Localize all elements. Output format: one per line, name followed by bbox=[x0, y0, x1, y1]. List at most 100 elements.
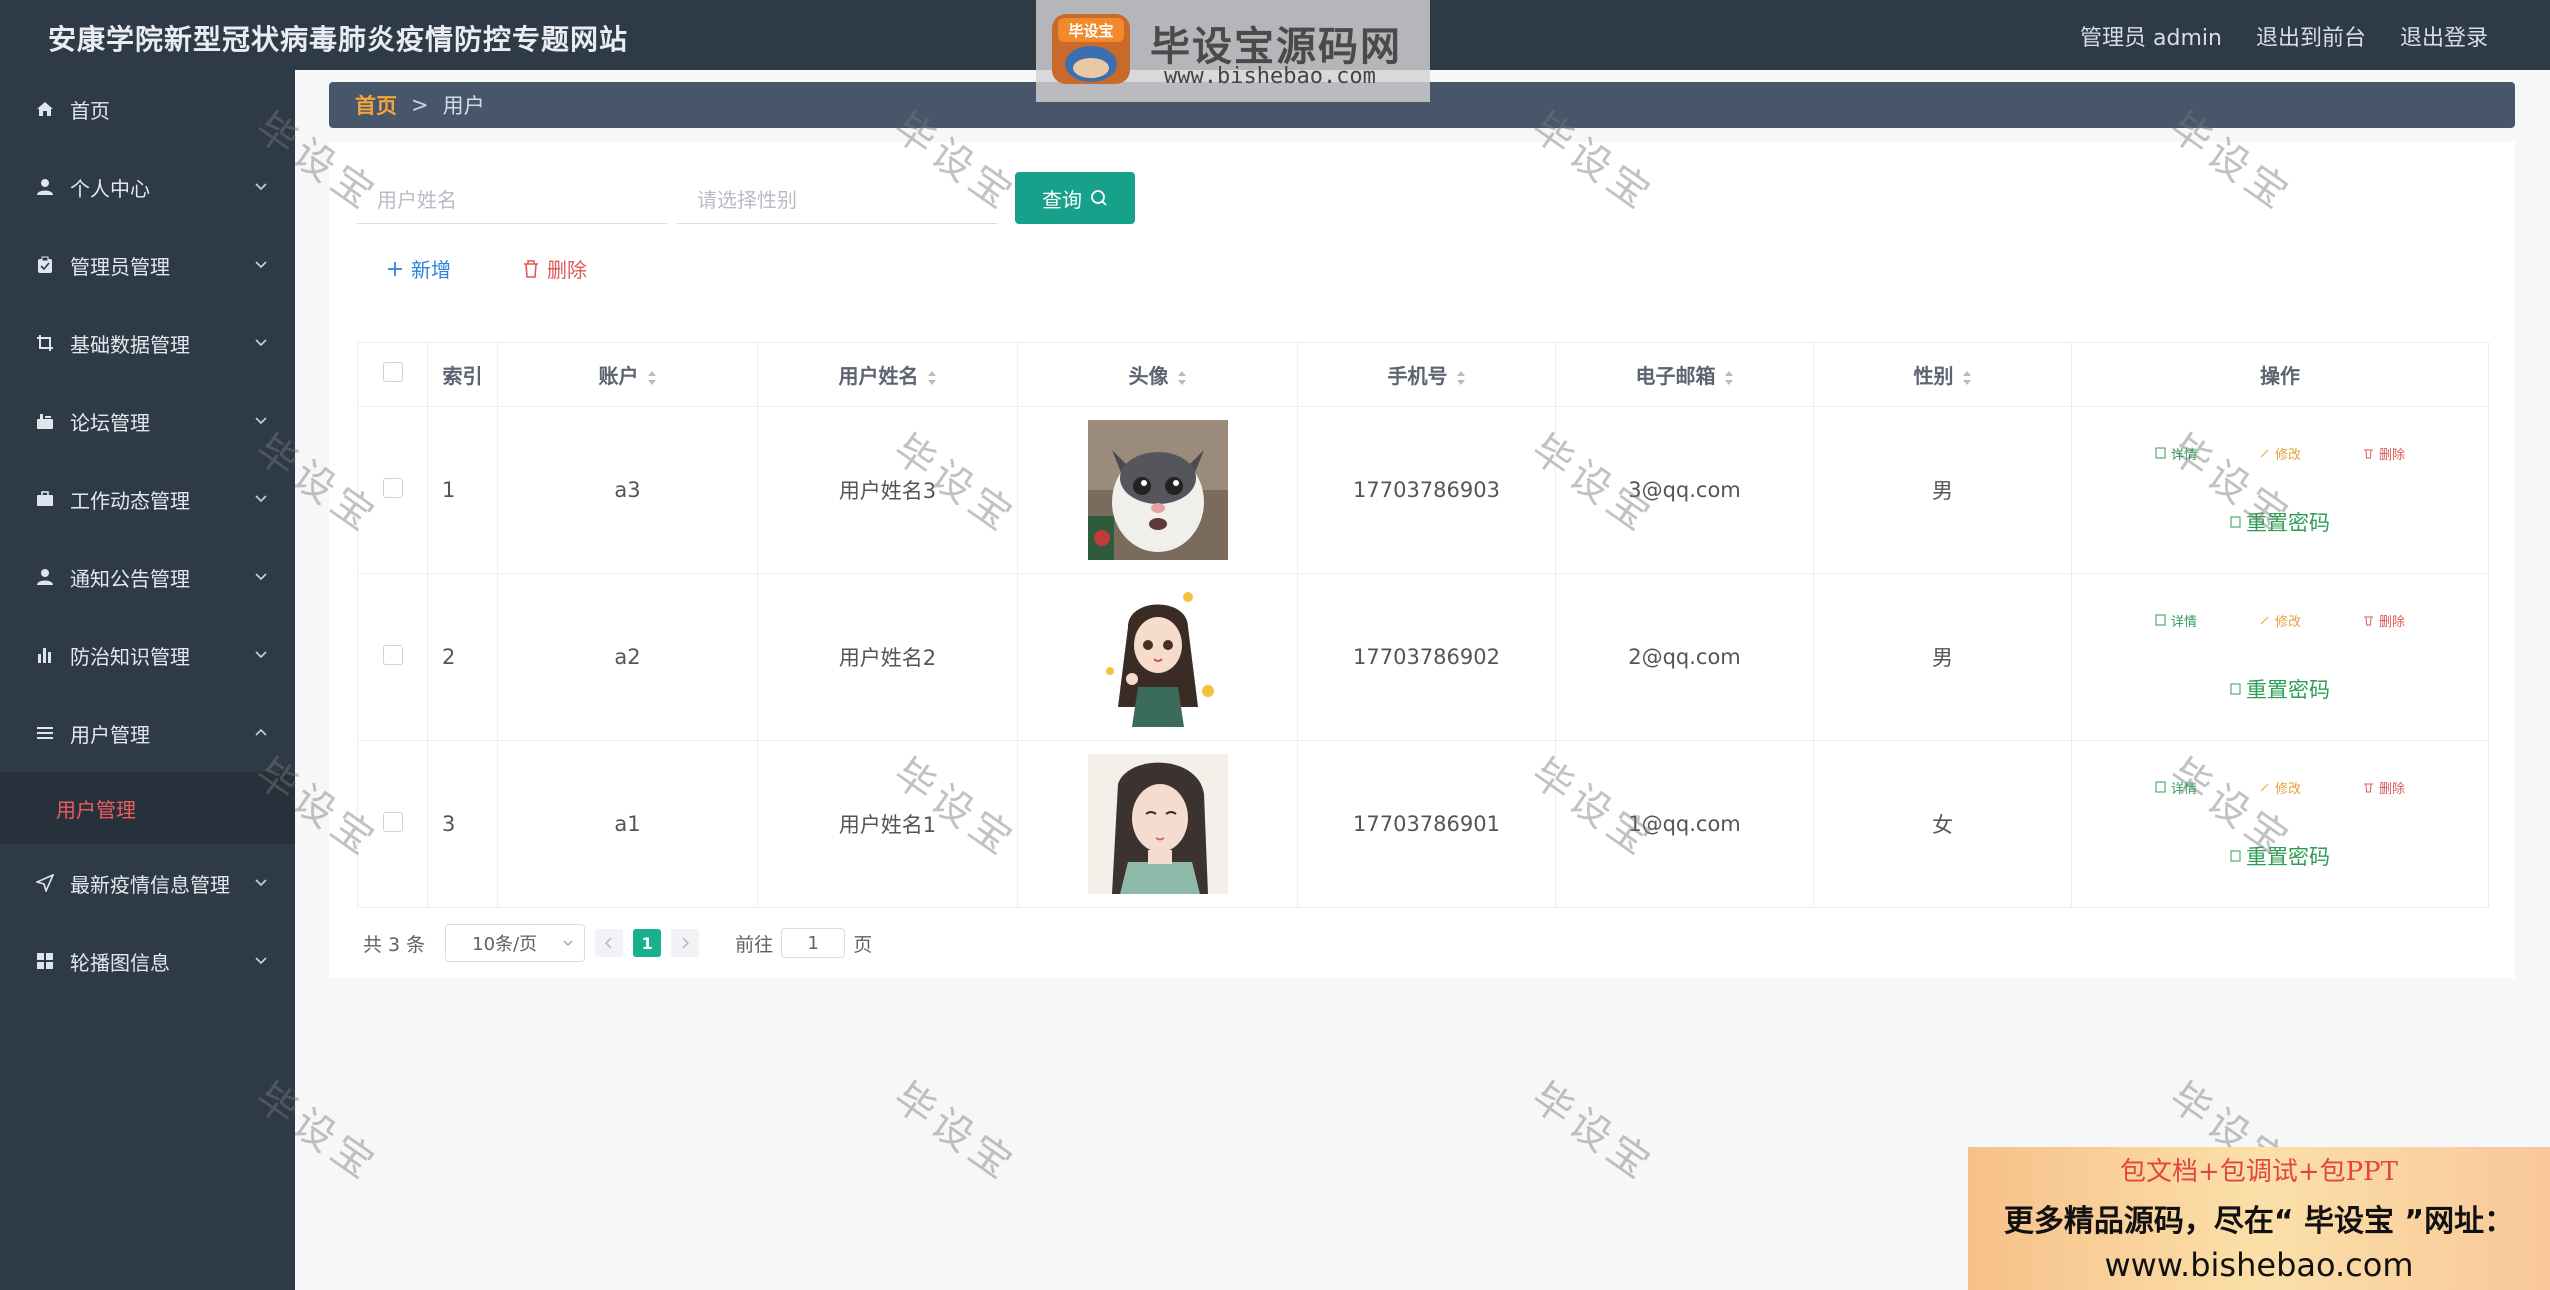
chevron-down-icon bbox=[255, 957, 267, 965]
query-button[interactable]: 查询 bbox=[1015, 172, 1135, 224]
to-front-link[interactable]: 退出到前台 bbox=[2256, 20, 2366, 52]
header-select-all[interactable] bbox=[357, 342, 428, 407]
row-select-cell[interactable] bbox=[357, 573, 428, 741]
header-account-label: 账户 bbox=[598, 364, 639, 388]
breadcrumb-separator: > bbox=[411, 93, 429, 117]
logo-badge-text: 毕设宝 bbox=[1068, 22, 1113, 40]
sidebar-item-basic-data[interactable]: 基础数据管理 bbox=[0, 304, 295, 382]
chevron-up-icon bbox=[255, 728, 267, 736]
breadcrumb-home[interactable]: 首页 bbox=[355, 90, 397, 120]
sidebar-item-personal-center[interactable]: 个人中心 bbox=[0, 148, 295, 226]
page-size-select[interactable]: 10条/页 bbox=[445, 924, 586, 962]
batch-delete-button[interactable]: 删除 bbox=[523, 254, 587, 283]
grid-icon bbox=[34, 950, 56, 972]
sidebar-subitem-user-management[interactable]: 用户管理 bbox=[0, 772, 295, 844]
reset-password-button[interactable]: 重置密码 bbox=[2230, 507, 2330, 537]
sidebar-item-label: 工作动态管理 bbox=[70, 488, 190, 513]
user-table: 索引 账户 用户姓名 头像 手机号 电子邮箱 性别 操作 1 a3 用户姓名3 bbox=[357, 342, 2489, 908]
add-button[interactable]: 新增 bbox=[387, 254, 451, 283]
sidebar-item-home[interactable]: 首页 bbox=[0, 70, 295, 148]
sidebar-item-admin-management[interactable]: 管理员管理 bbox=[0, 226, 295, 304]
delete-button[interactable]: 删除 bbox=[2363, 444, 2405, 463]
delete-button[interactable]: 删除 bbox=[2363, 611, 2405, 630]
header-avatar[interactable]: 头像 bbox=[1017, 342, 1298, 407]
row-name: 用户姓名2 bbox=[757, 573, 1018, 741]
row-select-cell[interactable] bbox=[357, 406, 428, 574]
header-gender-label: 性别 bbox=[1913, 364, 1954, 388]
detail-button[interactable]: 详情 bbox=[2155, 444, 2197, 463]
detail-button[interactable]: 详情 bbox=[2155, 778, 2197, 797]
reset-password-label: 重置密码 bbox=[2246, 677, 2330, 702]
cat-photo[interactable] bbox=[1087, 420, 1228, 560]
sidebar-item-label: 最新疫情信息管理 bbox=[70, 872, 230, 897]
edit-icon bbox=[2260, 783, 2269, 792]
sort-icon[interactable] bbox=[1962, 370, 1972, 386]
header-email-label: 电子邮箱 bbox=[1635, 364, 1716, 388]
row-operations: 详情 修改 删除 重置密码 bbox=[2071, 406, 2489, 574]
trash-icon bbox=[524, 259, 538, 278]
select-all-checkbox[interactable] bbox=[382, 362, 403, 382]
row-select-cell[interactable] bbox=[357, 740, 428, 908]
edit-button[interactable]: 修改 bbox=[2259, 611, 2301, 630]
top-links: 管理员 admin 退出到前台 退出登录 bbox=[2080, 20, 2488, 52]
logout-link[interactable]: 退出登录 bbox=[2400, 20, 2488, 52]
next-page-button[interactable] bbox=[671, 929, 700, 957]
table-row: 2 a2 用户姓名2 17703786902 2@qq.com 男 详情 修改 … bbox=[357, 573, 2489, 741]
row-gender: 女 bbox=[1813, 740, 2072, 908]
trash-icon bbox=[2364, 449, 2373, 459]
page-number-button[interactable]: 1 bbox=[633, 929, 662, 957]
row-checkbox[interactable] bbox=[382, 811, 403, 832]
header-phone[interactable]: 手机号 bbox=[1297, 342, 1556, 407]
header-avatar-label: 头像 bbox=[1128, 364, 1169, 388]
row-avatar-cell bbox=[1017, 740, 1298, 908]
edit-button[interactable]: 修改 bbox=[2259, 778, 2301, 797]
sort-icon[interactable] bbox=[647, 370, 657, 386]
name-search-input[interactable]: 用户姓名 bbox=[357, 174, 667, 224]
list-icon bbox=[34, 722, 56, 744]
anime-girl-portrait[interactable] bbox=[1087, 754, 1228, 894]
header-email[interactable]: 电子邮箱 bbox=[1555, 342, 1814, 407]
sidebar-item-notice[interactable]: 通知公告管理 bbox=[0, 538, 295, 616]
pagination-total: 共 3 条 bbox=[363, 933, 426, 956]
sort-icon[interactable] bbox=[927, 370, 937, 386]
sidebar-item-label: 通知公告管理 bbox=[70, 566, 190, 591]
sidebar: 首页 个人中心 管理员管理 基础数据管理 论坛管理 工作动态管理 通知公告管理 … bbox=[0, 70, 295, 1290]
sidebar-item-user-management[interactable]: 用户管理 bbox=[0, 694, 295, 772]
sidebar-item-label: 个人中心 bbox=[70, 176, 150, 201]
sidebar-item-label: 轮播图信息 bbox=[70, 950, 170, 975]
document-icon bbox=[2230, 516, 2241, 527]
gender-select[interactable]: 请选择性别 bbox=[677, 174, 997, 224]
site-title: 安康学院新型冠状病毒肺炎疫情防控专题网站 bbox=[48, 23, 629, 56]
sort-icon[interactable] bbox=[1177, 370, 1187, 386]
logo-badge-icon: 毕设宝 bbox=[1052, 14, 1130, 84]
ad-banner[interactable]: 包文档+包调试+包PPT 更多精品源码，尽在“ 毕设宝 ”网址： www.bis… bbox=[1968, 1147, 2550, 1290]
detail-button[interactable]: 详情 bbox=[2155, 611, 2197, 630]
edit-icon bbox=[2260, 616, 2269, 625]
reset-password-button[interactable]: 重置密码 bbox=[2230, 841, 2330, 871]
row-index: 2 bbox=[427, 573, 498, 741]
delete-button[interactable]: 删除 bbox=[2363, 778, 2405, 797]
plus-icon bbox=[388, 261, 402, 276]
reset-password-label: 重置密码 bbox=[2246, 844, 2330, 869]
sidebar-item-work-dynamics[interactable]: 工作动态管理 bbox=[0, 460, 295, 538]
row-checkbox[interactable] bbox=[382, 644, 403, 665]
sidebar-item-carousel[interactable]: 轮播图信息 bbox=[0, 922, 295, 1000]
sidebar-item-forum[interactable]: 论坛管理 bbox=[0, 382, 295, 460]
goto-page-input[interactable]: 1 bbox=[781, 928, 846, 958]
document-icon bbox=[2230, 683, 2241, 694]
sort-icon[interactable] bbox=[1456, 370, 1466, 386]
reset-password-button[interactable]: 重置密码 bbox=[2230, 674, 2330, 704]
sidebar-item-knowledge[interactable]: 防治知识管理 bbox=[0, 616, 295, 694]
header-account[interactable]: 账户 bbox=[497, 342, 758, 407]
header-name[interactable]: 用户姓名 bbox=[757, 342, 1018, 407]
edit-label: 修改 bbox=[2274, 614, 2301, 630]
prev-page-button[interactable] bbox=[595, 929, 624, 957]
chevron-down-icon bbox=[255, 261, 267, 269]
user-icon bbox=[34, 566, 56, 588]
row-checkbox[interactable] bbox=[382, 477, 403, 498]
header-gender[interactable]: 性别 bbox=[1813, 342, 2072, 407]
anime-girl-illustration[interactable] bbox=[1087, 587, 1228, 727]
sort-icon[interactable] bbox=[1724, 370, 1734, 386]
edit-button[interactable]: 修改 bbox=[2259, 444, 2301, 463]
sidebar-item-epidemic-info[interactable]: 最新疫情信息管理 bbox=[0, 844, 295, 922]
